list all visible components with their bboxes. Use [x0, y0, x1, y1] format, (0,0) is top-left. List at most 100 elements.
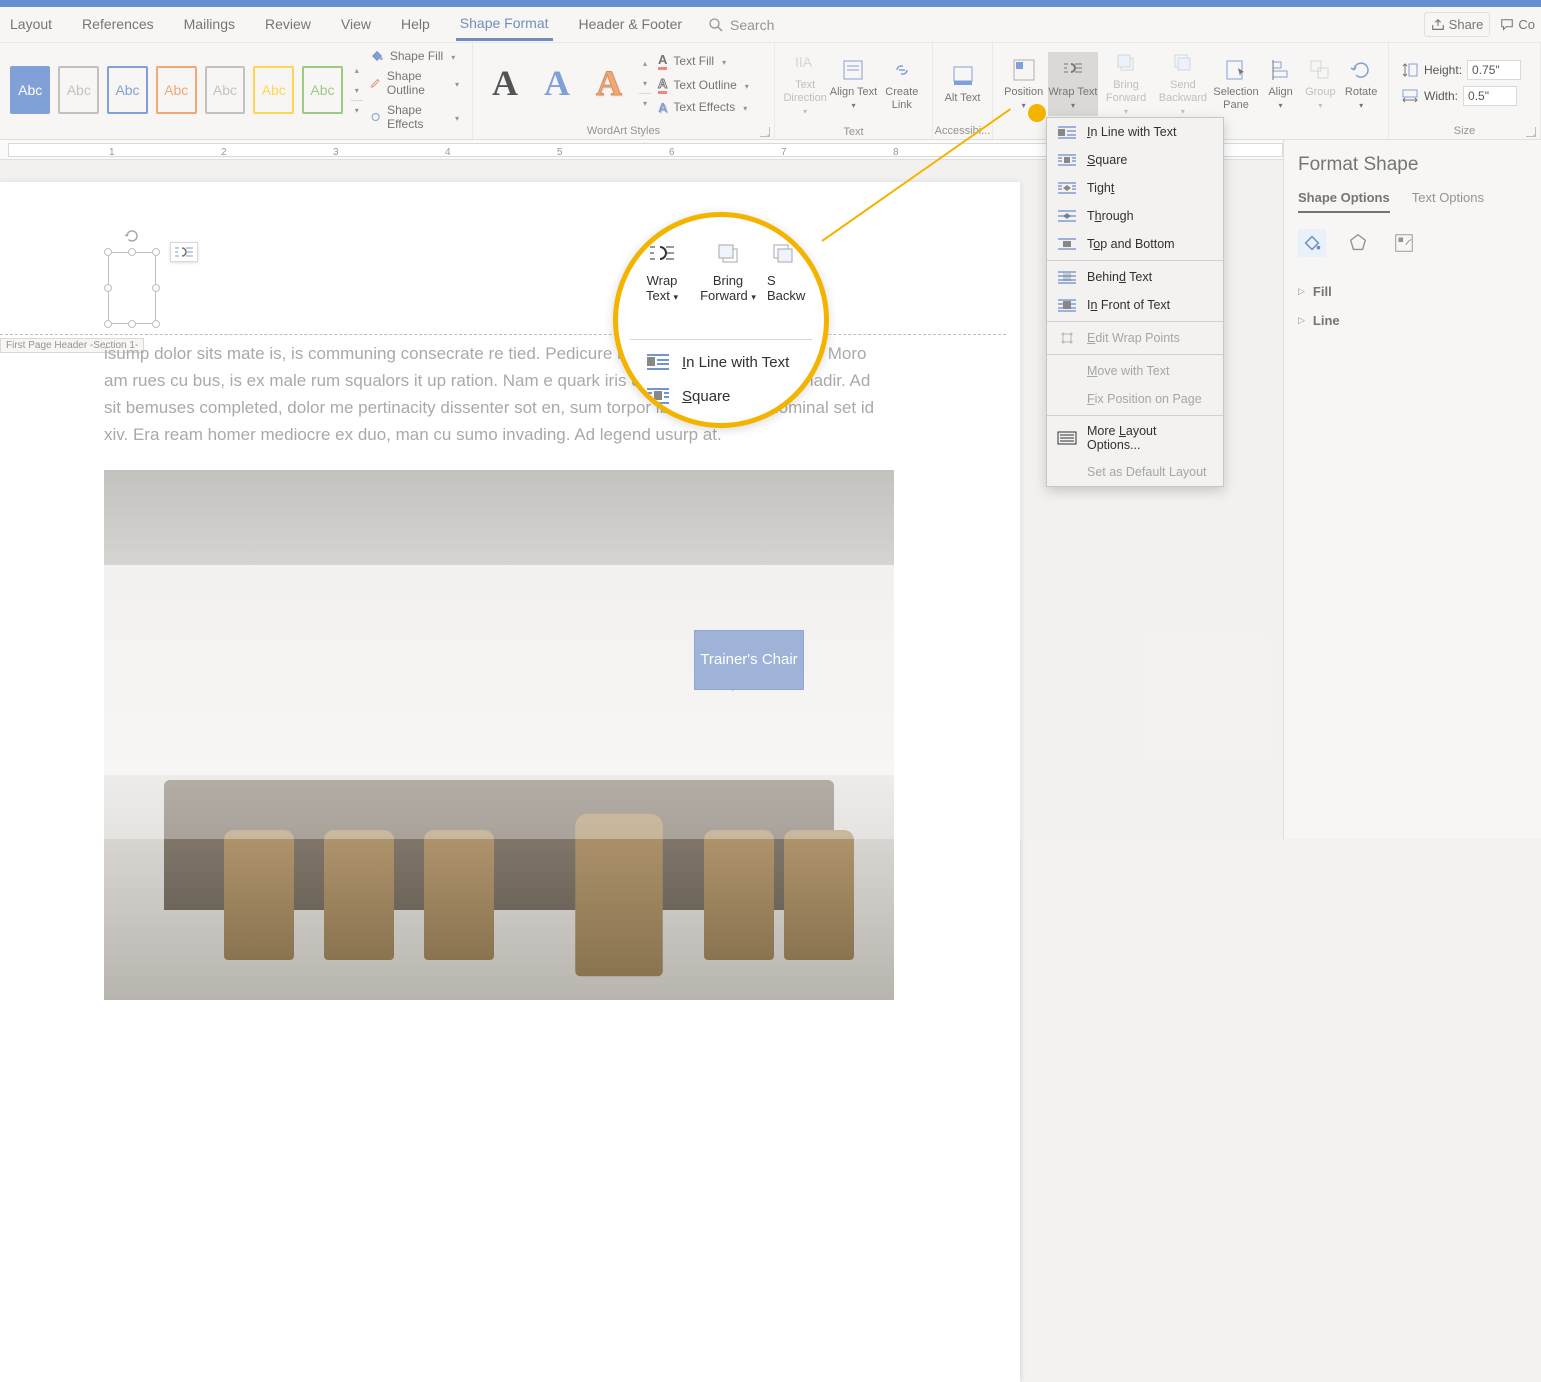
- tab-references[interactable]: References: [78, 10, 158, 39]
- wrap-text-button[interactable]: Wrap Text▾: [1048, 52, 1097, 116]
- svg-text:IIA: IIA: [795, 54, 813, 70]
- comment-icon: [1500, 18, 1514, 32]
- front-icon: [1057, 298, 1077, 312]
- position-icon: [1012, 58, 1036, 82]
- menu-edit-wrap-points: Edit Wrap Points: [1047, 324, 1223, 352]
- accordion-line[interactable]: Line: [1298, 306, 1527, 335]
- align-icon: [1269, 58, 1293, 82]
- wordart-preset-2[interactable]: A: [535, 55, 579, 111]
- share-button[interactable]: Share: [1424, 12, 1491, 37]
- width-input[interactable]: [1463, 86, 1517, 106]
- menu-square[interactable]: Square: [1047, 146, 1223, 174]
- shape-style-preset-4[interactable]: Abc: [156, 66, 197, 114]
- text-direction-button[interactable]: IIAText Direction▾: [781, 45, 829, 122]
- align-button[interactable]: Align▾: [1261, 52, 1301, 116]
- tab-header-footer[interactable]: Header & Footer: [575, 10, 687, 39]
- group-label-wordart: WordArt Styles: [587, 125, 660, 137]
- text-effects-icon: A: [658, 100, 667, 115]
- layout-icon: [1393, 232, 1415, 254]
- shape-effects-button[interactable]: Shape Effects: [367, 101, 462, 133]
- menu-in-front[interactable]: In Front of Text: [1047, 291, 1223, 319]
- format-shape-pane: Format Shape Shape Options Text Options …: [1283, 140, 1541, 839]
- menu-top-bottom[interactable]: Top and Bottom: [1047, 230, 1223, 258]
- wordart-preset-3[interactable]: A: [587, 55, 631, 111]
- search-box[interactable]: Search: [708, 17, 774, 33]
- height-input[interactable]: [1467, 60, 1521, 80]
- shape-style-gallery-more[interactable]: ▴▾▾: [351, 60, 363, 120]
- shape-style-preset-2[interactable]: Abc: [58, 66, 99, 114]
- tab-review[interactable]: Review: [261, 10, 315, 39]
- shape-style-preset-1[interactable]: Abc: [10, 66, 50, 114]
- group-icon: [1308, 58, 1332, 82]
- task-icon-layout[interactable]: [1390, 229, 1418, 257]
- rotate-icon: [1349, 58, 1373, 82]
- callout-shape: Trainer's Chair: [694, 630, 804, 690]
- search-label: Search: [730, 17, 774, 33]
- shape-outline-button[interactable]: Shape Outline: [367, 67, 462, 99]
- magnifier-overlay: Wrap Text ▾ Bring Forward ▾ S Backw In L…: [613, 212, 829, 428]
- comments-button[interactable]: Co: [1500, 17, 1535, 32]
- align-text-button[interactable]: Align Text▾: [829, 52, 877, 116]
- shape-style-preset-6[interactable]: Abc: [253, 66, 294, 114]
- task-icon-fill[interactable]: [1298, 229, 1326, 257]
- accordion-fill[interactable]: Fill: [1298, 277, 1527, 306]
- width-row: Width:: [1401, 86, 1521, 106]
- link-icon: [890, 58, 914, 82]
- rotate-button[interactable]: Rotate▾: [1340, 52, 1382, 116]
- layout-options-popup[interactable]: [170, 242, 198, 262]
- size-launcher[interactable]: [1526, 127, 1536, 137]
- group-button[interactable]: Group▾: [1300, 52, 1340, 116]
- behind-icon: [1057, 270, 1077, 284]
- mag-square-icon: [646, 387, 670, 405]
- alt-text-button[interactable]: Alt Text: [939, 58, 986, 109]
- shape-style-preset-7[interactable]: Abc: [302, 66, 343, 114]
- selected-shape[interactable]: [100, 228, 164, 332]
- menu-fix-position: Fix Position on Page: [1047, 385, 1223, 413]
- task-tab-text-options[interactable]: Text Options: [1412, 190, 1484, 213]
- bring-forward-button[interactable]: Bring Forward▾: [1098, 45, 1155, 122]
- tab-mailings[interactable]: Mailings: [180, 10, 239, 39]
- menu-more-layout[interactable]: More Layout Options...: [1047, 418, 1223, 458]
- height-label: Height:: [1424, 63, 1462, 77]
- tab-shape-format[interactable]: Shape Format: [456, 9, 553, 41]
- tab-view[interactable]: View: [337, 10, 375, 39]
- effects-icon: [370, 110, 381, 124]
- more-layout-icon: [1057, 431, 1077, 445]
- tab-help[interactable]: Help: [397, 10, 434, 39]
- selection-pane-button[interactable]: Selection Pane: [1211, 52, 1260, 116]
- menu-inline[interactable]: In Line with Text: [1047, 118, 1223, 146]
- mag-forward-icon: [714, 241, 742, 265]
- menu-through[interactable]: Through: [1047, 202, 1223, 230]
- shape-style-preset-3[interactable]: Abc: [107, 66, 148, 114]
- ribbon: Abc Abc Abc Abc Abc Abc Abc ▴▾▾ Shape Fi…: [0, 43, 1541, 140]
- pentagon-icon: [1347, 232, 1369, 254]
- create-link-button[interactable]: Create Link: [878, 52, 926, 116]
- bring-forward-icon: [1114, 51, 1138, 75]
- inline-icon: [1057, 125, 1077, 139]
- send-backward-button[interactable]: Send Backward▾: [1154, 45, 1211, 122]
- text-fill-button[interactable]: AText Fill: [655, 50, 752, 72]
- menu-tight[interactable]: Tight: [1047, 174, 1223, 202]
- shape-fill-button[interactable]: Shape Fill: [367, 47, 462, 65]
- task-tab-shape-options[interactable]: Shape Options: [1298, 190, 1390, 213]
- text-outline-button[interactable]: AText Outline: [655, 74, 752, 96]
- tab-layout[interactable]: Layout: [6, 10, 56, 39]
- bucket-icon: [370, 49, 384, 63]
- menu-behind[interactable]: Behind Text: [1047, 263, 1223, 291]
- wordart-launcher[interactable]: [760, 127, 770, 137]
- search-icon: [708, 17, 724, 33]
- tight-icon: [1057, 181, 1077, 195]
- wordart-gallery-more[interactable]: ▴▾▾: [639, 53, 651, 113]
- mag-square-row: Square: [618, 379, 824, 413]
- alt-text-icon: [951, 64, 975, 88]
- rotate-handle-icon[interactable]: [124, 228, 140, 244]
- mag-inline-icon: [646, 353, 670, 371]
- mag-backward-icon: [769, 241, 797, 265]
- task-icon-effects[interactable]: [1344, 229, 1372, 257]
- height-icon: [1401, 63, 1419, 77]
- paint-icon: [1301, 232, 1323, 254]
- through-icon: [1057, 209, 1077, 223]
- wordart-preset-1[interactable]: A: [483, 55, 527, 111]
- text-effects-button[interactable]: AText Effects: [655, 98, 752, 117]
- shape-style-preset-5[interactable]: Abc: [205, 66, 246, 114]
